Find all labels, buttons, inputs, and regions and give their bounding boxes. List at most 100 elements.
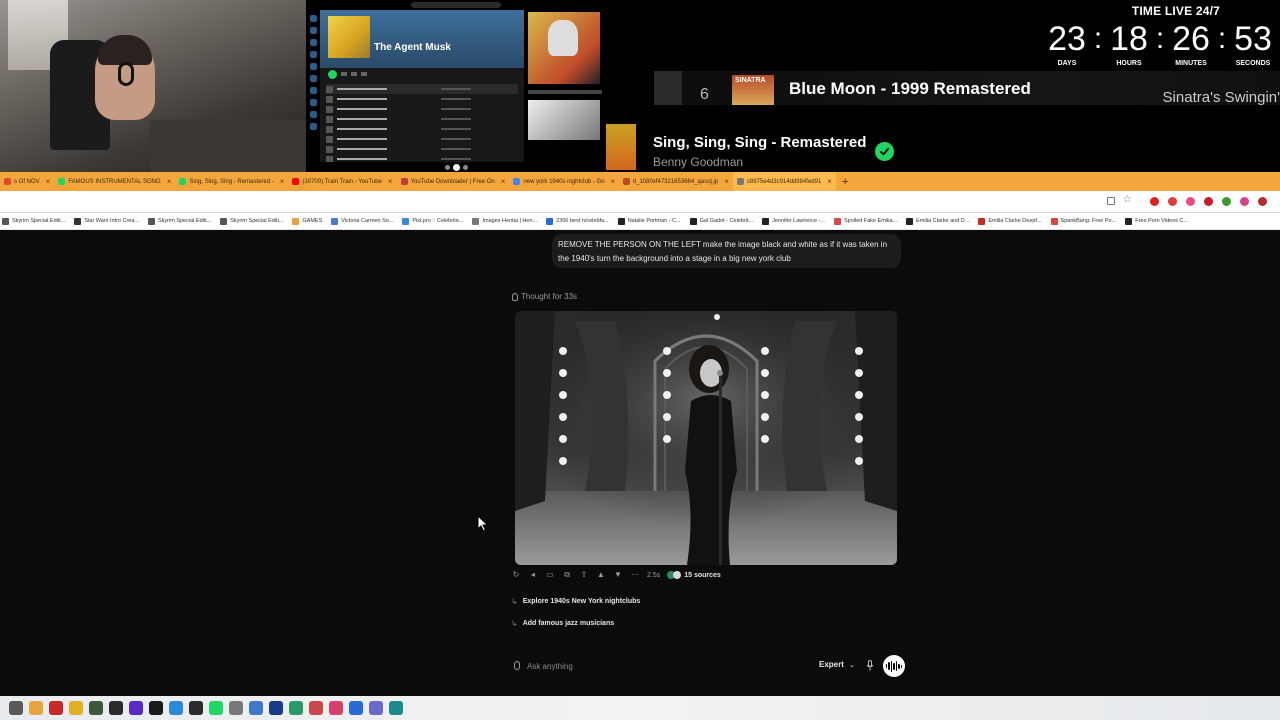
library-item-icon[interactable] — [309, 51, 317, 58]
track-row[interactable] — [326, 84, 518, 94]
bookmark-item[interactable]: Victoria Carmen So... — [331, 217, 393, 225]
taskbar-app-icon[interactable] — [289, 701, 303, 715]
play-button[interactable] — [328, 69, 337, 79]
close-tab-icon[interactable]: × — [501, 177, 506, 186]
bookmark-item[interactable]: SpankBang: Free Po... — [1050, 217, 1116, 225]
new-tab-button[interactable]: + — [836, 176, 854, 188]
shuffle-icon[interactable] — [341, 72, 347, 76]
opera-extension-icon[interactable] — [1150, 197, 1159, 206]
bookmark-item[interactable]: Images Hentai | Hen... — [472, 217, 537, 225]
close-tab-icon[interactable]: × — [827, 177, 832, 186]
taskbar-app-icon[interactable] — [369, 701, 383, 715]
close-tab-icon[interactable]: × — [724, 177, 729, 186]
track-row[interactable] — [326, 114, 518, 124]
copy-icon[interactable]: ⧉ — [562, 570, 572, 580]
bookmark-item[interactable]: Free Porn Videos C... — [1125, 217, 1188, 225]
bookmark-item[interactable]: Skyrim Special Editi... — [2, 217, 65, 225]
pause-icon[interactable] — [452, 163, 460, 171]
regenerate-icon[interactable]: ↻ — [511, 570, 521, 580]
ask-input[interactable] — [527, 658, 777, 674]
library-item-icon[interactable] — [309, 111, 317, 118]
cast-icon[interactable] — [1107, 197, 1115, 205]
taskbar-app-icon[interactable] — [9, 701, 23, 715]
bookmark-item[interactable]: Jennifer Lawrence -... — [762, 217, 825, 225]
taskbar-app-icon[interactable] — [89, 701, 103, 715]
bookmark-item[interactable]: Skyrim Special Editi... — [220, 217, 283, 225]
comment-icon[interactable]: ▭ — [545, 570, 555, 580]
track-row[interactable] — [326, 124, 518, 134]
taskbar-app-icon[interactable] — [389, 701, 403, 715]
taskbar-app-icon[interactable] — [329, 701, 343, 715]
generated-image[interactable] — [515, 311, 897, 565]
track-row[interactable] — [326, 134, 518, 144]
library-item-icon[interactable] — [309, 75, 317, 82]
thumbs-up-icon[interactable]: ▲ — [596, 570, 606, 580]
spotify-search-input[interactable] — [411, 2, 501, 8]
more-icon[interactable] — [361, 72, 367, 76]
library-item-icon[interactable] — [309, 87, 317, 94]
library-item-icon[interactable] — [309, 15, 317, 22]
bookmark-item[interactable]: Star Wars Intro Crea... — [74, 217, 139, 225]
browser-tab[interactable]: (30700) Train Train - YouTube × — [288, 172, 396, 191]
microphone-icon[interactable] — [866, 660, 874, 671]
track-row[interactable] — [326, 104, 518, 114]
taskbar-app-icon[interactable] — [49, 701, 63, 715]
close-tab-icon[interactable]: × — [280, 177, 285, 186]
taskbar-app-icon[interactable] — [309, 701, 323, 715]
bookmark-item[interactable]: Natalie Portman - C... — [617, 217, 681, 225]
taskbar-app-icon[interactable] — [169, 701, 183, 715]
more-options-icon[interactable]: ⋯ — [630, 570, 640, 580]
browser-tab[interactable]: ti_1080xf47321653664_qasoj.jp × — [619, 172, 733, 191]
thumbs-down-icon[interactable]: ▼ — [613, 570, 623, 580]
extension-icon[interactable] — [1258, 197, 1267, 206]
speaker-icon[interactable]: ◂ — [528, 570, 538, 580]
extension-icon[interactable] — [1240, 197, 1249, 206]
extension-icon[interactable] — [1222, 197, 1231, 206]
browser-tab[interactable]: s Of NOV × — [0, 172, 54, 191]
extension-icon[interactable] — [1186, 197, 1195, 206]
thought-indicator[interactable]: Thought for 33s — [512, 292, 577, 301]
track-row[interactable] — [326, 144, 518, 154]
bookmark-item[interactable]: Skyrim Special Editi... — [148, 217, 211, 225]
library-item-icon[interactable] — [309, 63, 317, 70]
taskbar-app-icon[interactable] — [229, 701, 243, 715]
star-icon[interactable]: ☆ — [1123, 194, 1132, 205]
close-tab-icon[interactable]: × — [46, 177, 51, 186]
library-item-icon[interactable] — [309, 99, 317, 106]
taskbar-app-icon[interactable] — [109, 701, 123, 715]
browser-tab[interactable]: YouTube Downloader | Free On × — [397, 172, 510, 191]
extension-icon[interactable] — [1168, 197, 1177, 206]
bookmark-item[interactable]: Spoiled Fake Emilia... — [833, 217, 897, 225]
taskbar-app-icon[interactable] — [129, 701, 143, 715]
taskbar-app-icon[interactable] — [349, 701, 363, 715]
library-item-icon[interactable] — [309, 123, 317, 130]
sources-button[interactable]: 15 sources — [667, 571, 721, 579]
extension-icon[interactable] — [1204, 197, 1213, 206]
close-tab-icon[interactable]: × — [167, 177, 172, 186]
library-item-icon[interactable] — [309, 27, 317, 34]
bookmark-item[interactable]: Emilia Clarke Deepf... — [978, 217, 1042, 225]
close-tab-icon[interactable]: × — [610, 177, 615, 186]
followup-suggestion[interactable]: ↳ Explore 1940s New York nightclubs — [511, 597, 640, 606]
taskbar-app-icon[interactable] — [149, 701, 163, 715]
taskbar-app-icon[interactable] — [209, 701, 223, 715]
library-item-icon[interactable] — [309, 39, 317, 46]
followup-suggestion[interactable]: ↳ Add famous jazz musicians — [511, 619, 614, 628]
bookmark-item[interactable]: Emilia Clarke and D... — [906, 217, 969, 225]
close-tab-icon[interactable]: × — [388, 177, 393, 186]
bookmark-item[interactable]: Gal Gadot - Celebrit... — [689, 217, 753, 225]
next-icon[interactable] — [462, 164, 468, 170]
share-icon[interactable]: ⇧ — [579, 570, 589, 580]
browser-tab[interactable]: new york 1940s nightclub - Go × — [509, 172, 619, 191]
mode-selector[interactable]: Expert ⌄ — [819, 660, 855, 669]
taskbar-app-icon[interactable] — [29, 701, 43, 715]
taskbar-app-icon[interactable] — [189, 701, 203, 715]
voice-mode-button[interactable] — [883, 655, 905, 677]
bookmark-item[interactable]: Pixl.pro :: Celebrite... — [402, 217, 463, 225]
taskbar-app-icon[interactable] — [269, 701, 283, 715]
previous-icon[interactable] — [444, 164, 450, 170]
taskbar-app-icon[interactable] — [249, 701, 263, 715]
track-row[interactable] — [326, 94, 518, 104]
taskbar-app-icon[interactable] — [69, 701, 83, 715]
browser-tab[interactable]: Sing, Sing, Sing - Remastered - × — [175, 172, 288, 191]
